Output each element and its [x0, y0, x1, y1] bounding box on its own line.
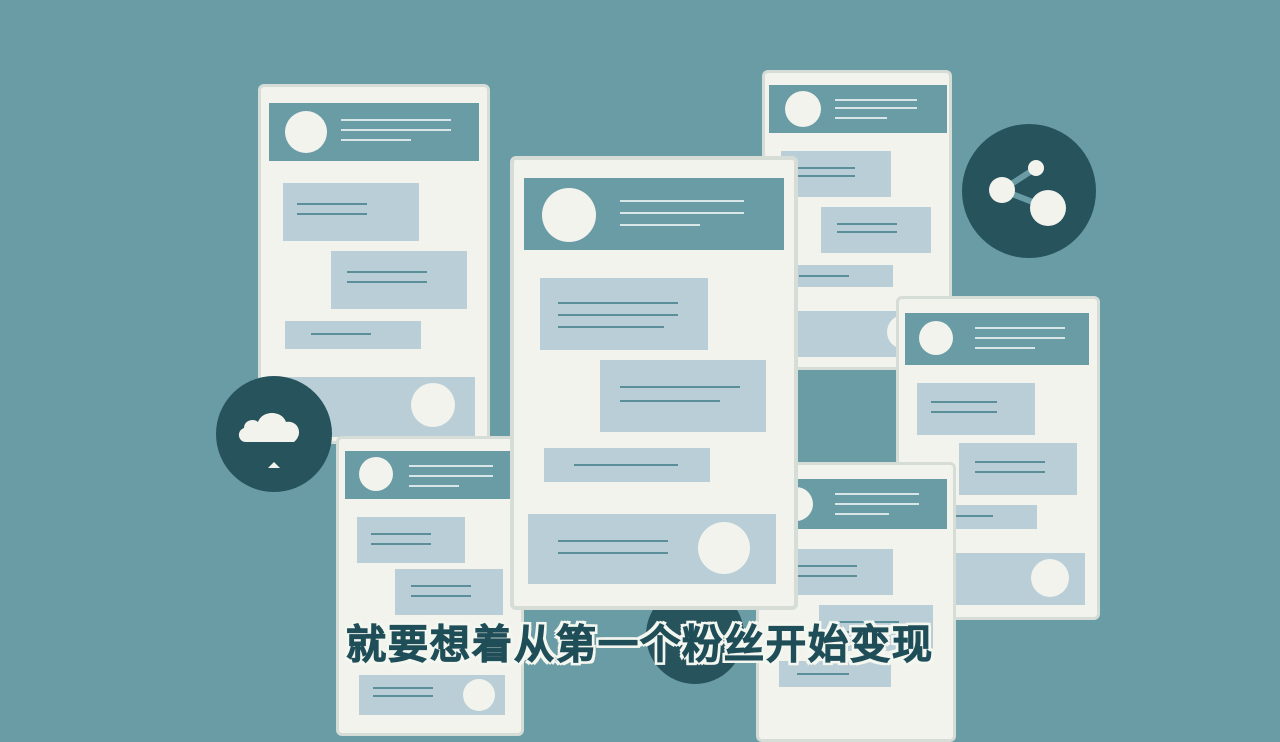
avatar: [359, 457, 393, 491]
cloud-badge: [216, 376, 332, 492]
card-header: [345, 451, 517, 499]
message-bubble: [600, 360, 766, 432]
chat-card-main: [510, 156, 798, 610]
scene: { "caption": { "text": "就要想着从第一个粉丝开始变现" …: [0, 0, 1280, 742]
avatar: [542, 188, 596, 242]
message-bubble: [359, 675, 505, 715]
share-badge: [962, 124, 1096, 258]
avatar: [785, 91, 821, 127]
message-bubble: [395, 569, 503, 615]
message-bubble: [821, 207, 931, 253]
card-header: [269, 103, 479, 161]
avatar: [919, 321, 953, 355]
message-bubble: [540, 278, 708, 350]
card-header: [769, 85, 947, 133]
message-bubble: [331, 251, 467, 309]
message-bubble: [917, 383, 1035, 435]
subtitle-caption: 就要想着从第一个粉丝开始变现: [346, 622, 934, 669]
avatar: [285, 111, 327, 153]
card-header: [905, 313, 1089, 365]
message-bubble: [357, 517, 465, 563]
message-bubble: [285, 321, 421, 349]
share-icon: [989, 160, 1066, 226]
cloud-icon: [238, 413, 300, 468]
message-bubble: [544, 448, 710, 482]
message-bubble: [283, 183, 419, 241]
message-bubble: [959, 443, 1077, 495]
card-header: [524, 178, 784, 250]
chat-card-bottom-left: [336, 436, 524, 736]
message-bubble: [528, 514, 776, 584]
